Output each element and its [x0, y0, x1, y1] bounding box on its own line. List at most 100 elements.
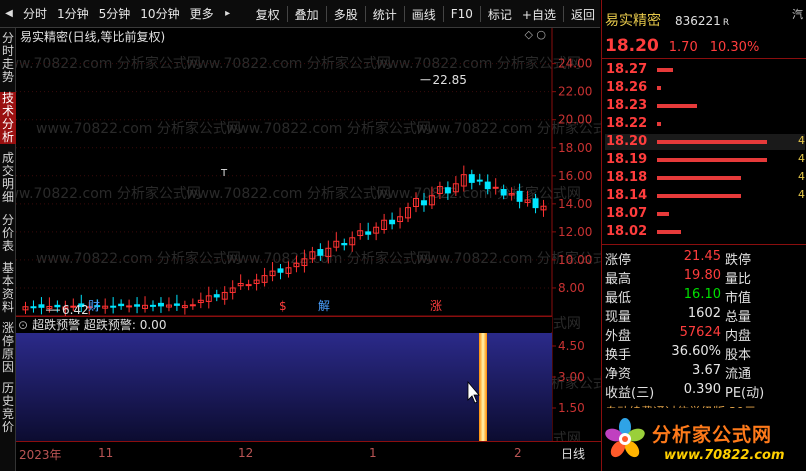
stat-label-2: 市值	[725, 291, 752, 306]
candle-body	[492, 186, 499, 189]
scroll-left-icon[interactable]: ◀	[0, 8, 18, 19]
back-button[interactable]: 返回	[566, 6, 600, 23]
candle-body	[245, 284, 252, 287]
stat-label: 收益(三)	[605, 386, 655, 401]
y-tick-label: 12.00	[558, 225, 592, 239]
stat-label-2: 量比	[725, 272, 752, 287]
y-tick-label: 14.00	[558, 197, 592, 211]
vtab-basic-info[interactable]: 基本资料	[0, 262, 16, 314]
indicator-title: 超跌预警 超跌预警: 0.00	[32, 318, 167, 332]
candle-body	[277, 268, 284, 273]
stat-label: 最高	[605, 272, 632, 287]
add-watchlist-button[interactable]: +自选	[517, 6, 561, 23]
stat-label: 换手	[605, 348, 632, 363]
price-change-pct: 10.30%	[709, 40, 760, 55]
divider	[602, 58, 806, 59]
vtab-technical-analysis[interactable]: 技术分析	[0, 92, 16, 144]
stat-label-2: 内盘	[725, 329, 752, 344]
volume-bar	[657, 86, 661, 90]
kline-chart[interactable]: www.70822.com 分析家公式网www.70822.com 分析家公式网…	[16, 28, 602, 441]
more-arrow-icon[interactable]: ▸	[219, 8, 237, 19]
period-label[interactable]: 日线	[561, 445, 585, 462]
candle-body	[444, 187, 451, 194]
event-marker: 财	[88, 299, 100, 313]
collapse-icon[interactable]: ⊙	[18, 318, 28, 332]
chart-title: 易实精密(日线,等比前复权)	[20, 29, 166, 44]
order-tail: 4	[798, 170, 805, 183]
vtab-limit-up-reason[interactable]: 涨停原因	[0, 322, 16, 374]
chart-controls-icon[interactable]: ◇ ○	[524, 28, 546, 41]
order-book-row[interactable]: 18.23	[605, 98, 805, 114]
order-book-row[interactable]: 18.22	[605, 116, 805, 132]
sector-label[interactable]: 汽	[792, 6, 806, 22]
tab-more[interactable]: 更多	[185, 5, 219, 22]
y-tick-label: 10.00	[558, 253, 592, 267]
divider	[325, 6, 327, 22]
y-tick-label: 22.00	[558, 85, 592, 99]
time-label: 11	[98, 446, 114, 460]
divider	[403, 6, 405, 22]
candle-body	[365, 231, 372, 235]
stat-value: 3.67	[692, 363, 721, 378]
volume-bar	[657, 212, 669, 216]
volume-bar	[657, 194, 741, 198]
tab-5min[interactable]: 5分钟	[94, 5, 136, 22]
order-price: 18.27	[606, 62, 648, 77]
candle-body	[110, 305, 117, 308]
stat-label: 涨停	[605, 253, 632, 268]
stat-value: 0.390	[683, 382, 721, 397]
order-book-row[interactable]: 18.07	[605, 206, 805, 222]
f10-button[interactable]: F10	[446, 7, 478, 21]
tab-10min[interactable]: 10分钟	[135, 5, 184, 22]
stat-label-2: 流通	[725, 367, 752, 382]
stat-value: 19.80	[683, 268, 721, 283]
stat-label: 外盘	[605, 329, 632, 344]
divider	[602, 244, 806, 245]
logo-text: 分析家公式网	[652, 424, 773, 446]
mark-button[interactable]: 标记	[483, 6, 517, 23]
stat-label-2: 跌停	[725, 253, 752, 268]
vtab-history-auction[interactable]: 历史竞价	[0, 382, 16, 434]
sub-y-tick-label: 4.50	[558, 339, 585, 353]
order-price: 18.02	[606, 224, 648, 239]
tab-1min[interactable]: 1分钟	[52, 5, 94, 22]
candle-body	[213, 294, 220, 298]
overlay-button[interactable]: 叠加	[290, 6, 324, 23]
stat-value: 1602	[687, 306, 721, 321]
order-book-row[interactable]: 18.14 4	[605, 188, 805, 204]
order-price: 18.20	[606, 134, 648, 149]
rights-button[interactable]: 复权	[251, 6, 285, 23]
stat-label: 净资	[605, 367, 632, 382]
tab-intraday[interactable]: 分时	[18, 5, 52, 22]
order-book-row[interactable]: 18.20 4	[605, 134, 805, 150]
candle-body	[389, 219, 396, 225]
candle-body	[30, 306, 37, 309]
order-book-row[interactable]: 18.27	[605, 62, 805, 78]
order-book-row[interactable]: 18.19 4	[605, 152, 805, 168]
sub-y-tick-label: 1.50	[558, 401, 585, 415]
watermark-text: www.70822.com 分析家公式网	[376, 55, 581, 72]
stat-row: 外盘 57624 内盘	[605, 325, 806, 344]
time-label: 2023年	[19, 448, 62, 462]
order-book-row[interactable]: 18.18 4	[605, 170, 805, 186]
order-book-row[interactable]: 18.26	[605, 80, 805, 96]
multi-stock-button[interactable]: 多股	[329, 6, 363, 23]
vtab-price-table[interactable]: 分价表	[0, 214, 16, 254]
time-label: 1	[369, 446, 377, 460]
order-tail: 4	[798, 188, 805, 201]
candle-body	[173, 303, 180, 306]
volume-bar	[657, 140, 767, 144]
candle-body	[54, 304, 61, 308]
candle-body	[150, 304, 156, 307]
low-price-label: 6.42	[62, 303, 89, 317]
draw-line-button[interactable]: 画线	[407, 6, 441, 23]
order-book-row[interactable]: 18.02	[605, 224, 805, 240]
stock-title-row: 易实精密 836221 R	[605, 10, 729, 30]
stats-button[interactable]: 统计	[368, 6, 402, 23]
last-price: 18.20	[605, 36, 659, 56]
vtab-trade-details[interactable]: 成交明细	[0, 152, 16, 204]
candle-body	[317, 249, 324, 256]
vtab-intraday-trend[interactable]: 分时走势	[0, 32, 16, 84]
candle-body	[468, 174, 475, 183]
time-label: 2	[514, 446, 522, 460]
